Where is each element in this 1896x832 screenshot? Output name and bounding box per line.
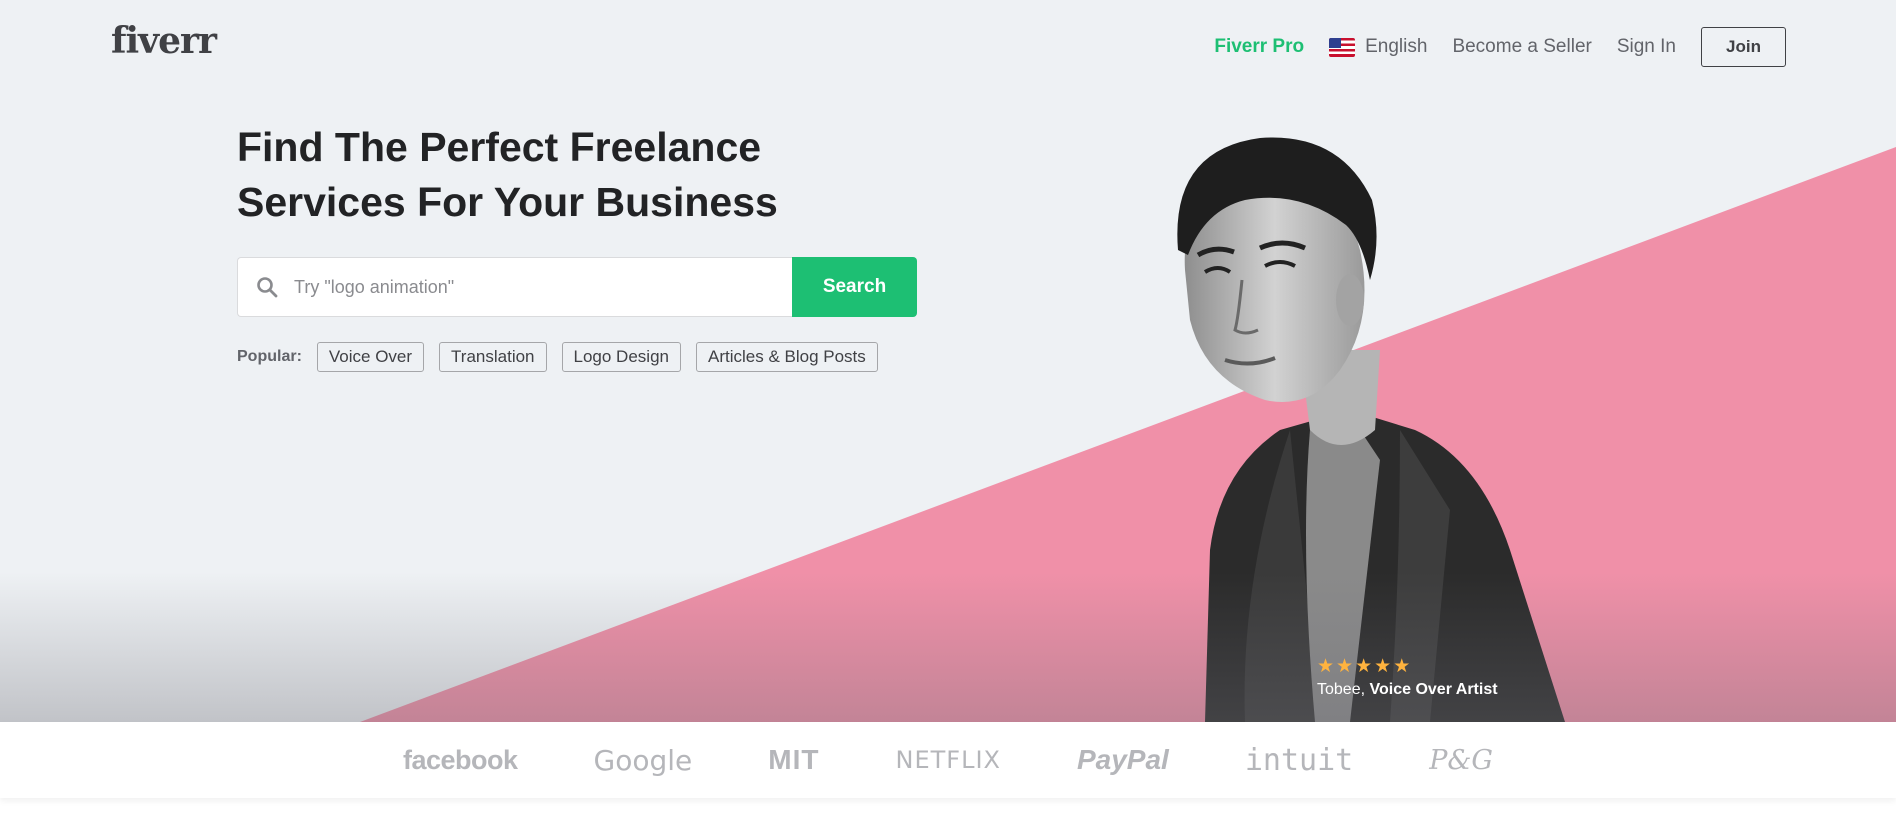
brand-logo-intuit: intuit <box>1244 742 1354 778</box>
brand-logo-netflix: NETFLIX <box>895 746 1001 774</box>
hero-headline: Find The Perfect Freelance Services For … <box>237 120 837 230</box>
star-icon: ★ <box>1355 656 1373 677</box>
language-label: English <box>1365 36 1428 57</box>
star-icon: ★ <box>1336 656 1354 677</box>
nav-sign-in-link[interactable]: Sign In <box>1617 36 1676 58</box>
search-icon <box>257 277 278 298</box>
popular-tag-voice-over[interactable]: Voice Over <box>316 342 425 372</box>
hero-bottom-fade <box>0 572 1896 722</box>
seller-role: Voice Over Artist <box>1369 681 1498 698</box>
star-icon: ★ <box>1317 656 1335 677</box>
search-input[interactable] <box>294 276 774 298</box>
search-field-wrapper <box>237 257 792 317</box>
trusted-by-bar: facebook Google MIT NETFLIX PayPal intui… <box>0 722 1896 798</box>
seller-name-role: Tobee, Voice Over Artist <box>1317 681 1498 699</box>
brand-logo-facebook: facebook <box>402 744 518 775</box>
us-flag-icon <box>1329 37 1356 57</box>
nav-fiverr-pro-link[interactable]: Fiverr Pro <box>1214 36 1304 58</box>
seller-name: Tobee, <box>1317 681 1366 698</box>
fiverr-logo[interactable]: fiverr <box>111 20 217 62</box>
nav-language-selector[interactable]: English <box>1329 36 1427 58</box>
hero-search-form: Search <box>237 257 917 317</box>
headline-line-2: Services For Your Business <box>237 179 778 225</box>
hero-section: fiverr Fiverr Pro English Become a Selle… <box>0 0 1896 722</box>
star-icon: ★ <box>1393 656 1411 677</box>
popular-label: Popular: <box>237 348 302 365</box>
nav-become-seller-link[interactable]: Become a Seller <box>1452 36 1591 58</box>
headline-line-1: Find The Perfect Freelance <box>237 124 762 170</box>
popular-tag-translation[interactable]: Translation <box>439 342 547 372</box>
search-button[interactable]: Search <box>792 257 917 317</box>
brand-logo-mit: MIT <box>768 744 820 775</box>
star-icon: ★ <box>1374 656 1392 677</box>
featured-seller-caption[interactable]: ★ ★ ★ ★ ★ Tobee, Voice Over Artist <box>1317 657 1498 699</box>
brand-logo-paypal: PayPal <box>1076 744 1169 775</box>
brand-logo-pg: P&G <box>1429 744 1493 776</box>
join-button[interactable]: Join <box>1701 27 1786 67</box>
rating-stars: ★ ★ ★ ★ ★ <box>1317 657 1498 677</box>
popular-tag-articles-blog-posts[interactable]: Articles & Blog Posts <box>695 342 878 372</box>
brand-logo-google: Google <box>593 743 693 777</box>
popular-tag-logo-design[interactable]: Logo Design <box>561 342 681 372</box>
popular-searches: Popular: Voice Over Translation Logo Des… <box>237 342 893 372</box>
top-nav: Fiverr Pro English Become a Seller Sign … <box>1214 26 1786 68</box>
